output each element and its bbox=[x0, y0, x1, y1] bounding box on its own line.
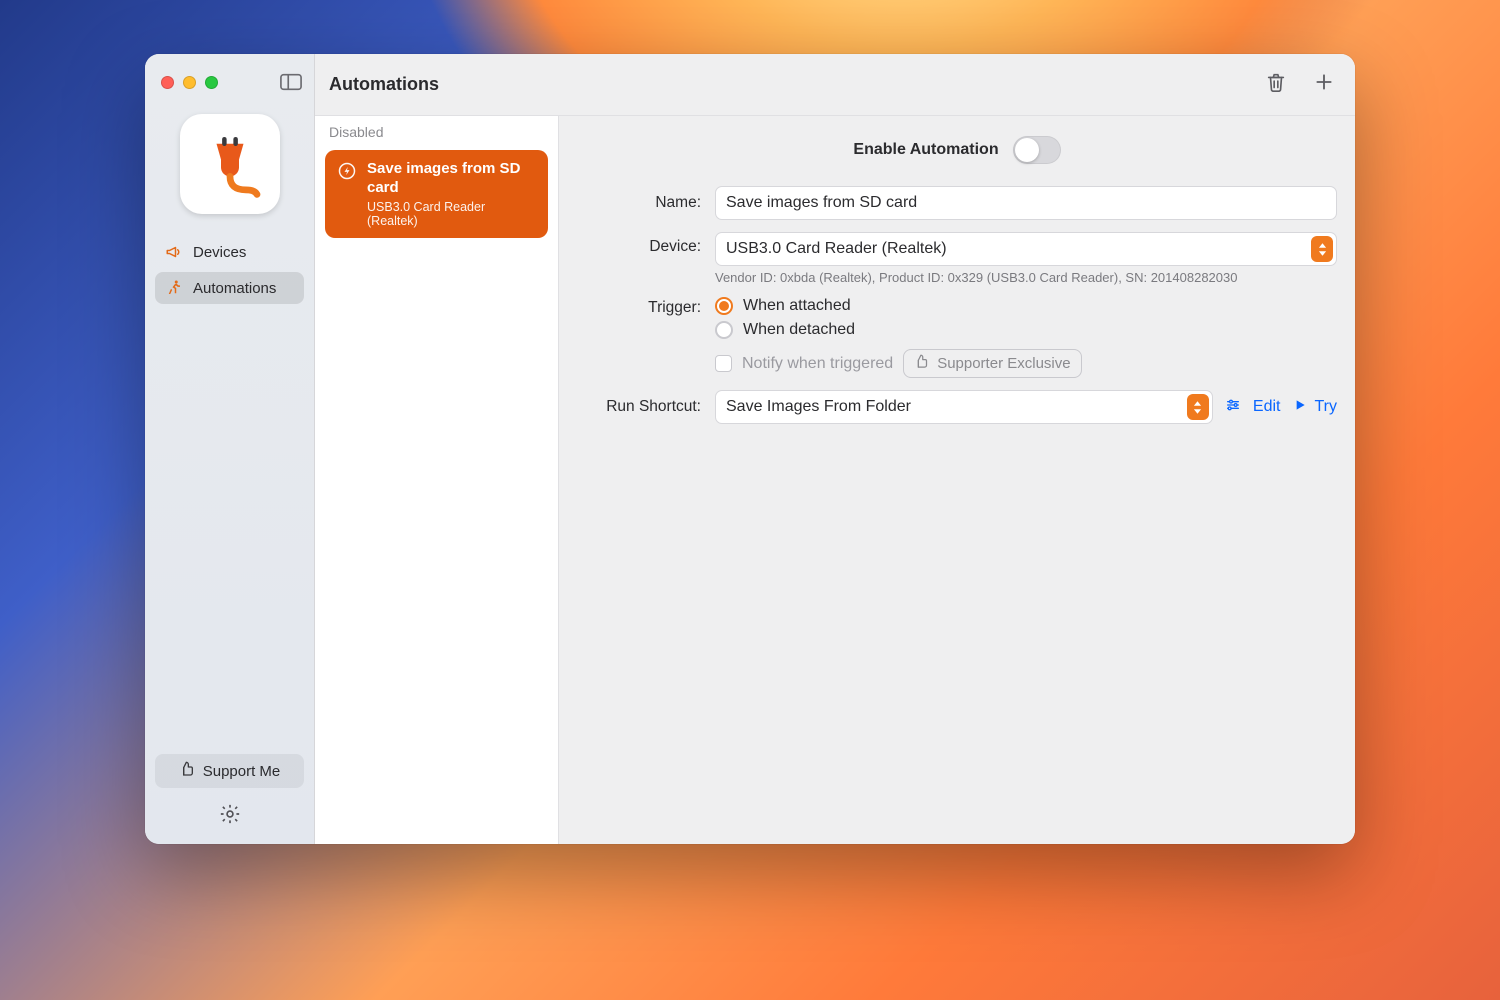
shortcut-settings-button[interactable] bbox=[1225, 397, 1241, 418]
content-area: Automations bbox=[315, 54, 1355, 844]
automation-list-item-subtitle: USB3.0 Card Reader (Realtek) bbox=[367, 200, 536, 228]
supporter-tag-label: Supporter Exclusive bbox=[937, 355, 1070, 372]
try-shortcut-button[interactable]: Try bbox=[1292, 397, 1337, 418]
app-icon bbox=[180, 114, 280, 214]
list-section-header: Disabled bbox=[315, 116, 558, 146]
edit-label: Edit bbox=[1253, 398, 1281, 416]
settings-button[interactable] bbox=[216, 802, 244, 830]
enable-automation-label: Enable Automation bbox=[853, 141, 998, 159]
toggle-sidebar-button[interactable] bbox=[278, 72, 304, 92]
device-meta-text: Vendor ID: 0xbda (Realtek), Product ID: … bbox=[715, 270, 1337, 285]
sidebar-item-automations[interactable]: Automations bbox=[155, 272, 304, 304]
thumbs-up-icon bbox=[914, 354, 929, 373]
updown-icon bbox=[1311, 236, 1333, 262]
megaphone-icon bbox=[165, 243, 183, 261]
device-label: Device: bbox=[577, 232, 701, 256]
close-window-button[interactable] bbox=[161, 76, 174, 89]
sidebar: Devices Automations Suppor bbox=[145, 54, 315, 844]
bolt-circle-icon bbox=[337, 161, 357, 181]
edit-shortcut-button[interactable]: Edit bbox=[1253, 398, 1281, 416]
notify-checkbox[interactable] bbox=[715, 355, 732, 372]
device-select-value: USB3.0 Card Reader (Realtek) bbox=[726, 240, 947, 257]
gear-icon bbox=[219, 803, 241, 830]
play-icon bbox=[1292, 397, 1308, 418]
radio-icon bbox=[715, 321, 733, 339]
support-me-button[interactable]: Support Me bbox=[155, 754, 304, 788]
enable-automation-toggle[interactable] bbox=[1013, 136, 1061, 164]
sidebar-item-label: Devices bbox=[193, 244, 246, 261]
window-controls bbox=[155, 66, 304, 98]
updown-icon bbox=[1187, 394, 1209, 420]
trigger-option-label: When detached bbox=[743, 321, 855, 339]
sliders-icon bbox=[1225, 397, 1241, 418]
delete-automation-button[interactable] bbox=[1263, 72, 1289, 98]
app-window: Devices Automations Suppor bbox=[145, 54, 1355, 844]
plus-icon bbox=[1314, 72, 1334, 97]
automation-list-item-title: Save images from SD card bbox=[367, 160, 536, 198]
notify-label: Notify when triggered bbox=[742, 355, 893, 373]
zoom-window-button[interactable] bbox=[205, 76, 218, 89]
name-label: Name: bbox=[577, 194, 701, 212]
support-me-label: Support Me bbox=[203, 763, 281, 780]
running-person-icon bbox=[165, 279, 183, 297]
minimize-window-button[interactable] bbox=[183, 76, 196, 89]
automation-list-panel: Disabled Save images from SD card USB3.0… bbox=[315, 116, 559, 844]
trigger-option-attached[interactable]: When attached bbox=[715, 297, 1337, 315]
sidebar-nav: Devices Automations bbox=[155, 236, 304, 304]
shortcut-select[interactable]: Save Images From Folder bbox=[715, 390, 1213, 424]
shortcut-select-value: Save Images From Folder bbox=[726, 398, 911, 415]
device-select[interactable]: USB3.0 Card Reader (Realtek) bbox=[715, 232, 1337, 266]
trigger-option-detached[interactable]: When detached bbox=[715, 321, 1337, 339]
trash-icon bbox=[1265, 71, 1287, 98]
radio-icon bbox=[715, 297, 733, 315]
automation-detail-panel: Enable Automation Name: Device: USB3.0 C… bbox=[559, 116, 1355, 844]
titlebar: Automations bbox=[315, 54, 1355, 116]
sidebar-item-devices[interactable]: Devices bbox=[155, 236, 304, 268]
trigger-label: Trigger: bbox=[577, 297, 701, 317]
shortcut-label: Run Shortcut: bbox=[577, 398, 701, 416]
trigger-option-label: When attached bbox=[743, 297, 851, 315]
supporter-exclusive-tag[interactable]: Supporter Exclusive bbox=[903, 349, 1081, 378]
try-label: Try bbox=[1314, 398, 1337, 416]
thumbs-up-icon bbox=[179, 761, 195, 781]
automation-list-item[interactable]: Save images from SD card USB3.0 Card Rea… bbox=[325, 150, 548, 238]
name-input[interactable] bbox=[715, 186, 1337, 220]
page-title: Automations bbox=[329, 74, 439, 95]
add-automation-button[interactable] bbox=[1311, 72, 1337, 98]
sidebar-item-label: Automations bbox=[193, 280, 276, 297]
